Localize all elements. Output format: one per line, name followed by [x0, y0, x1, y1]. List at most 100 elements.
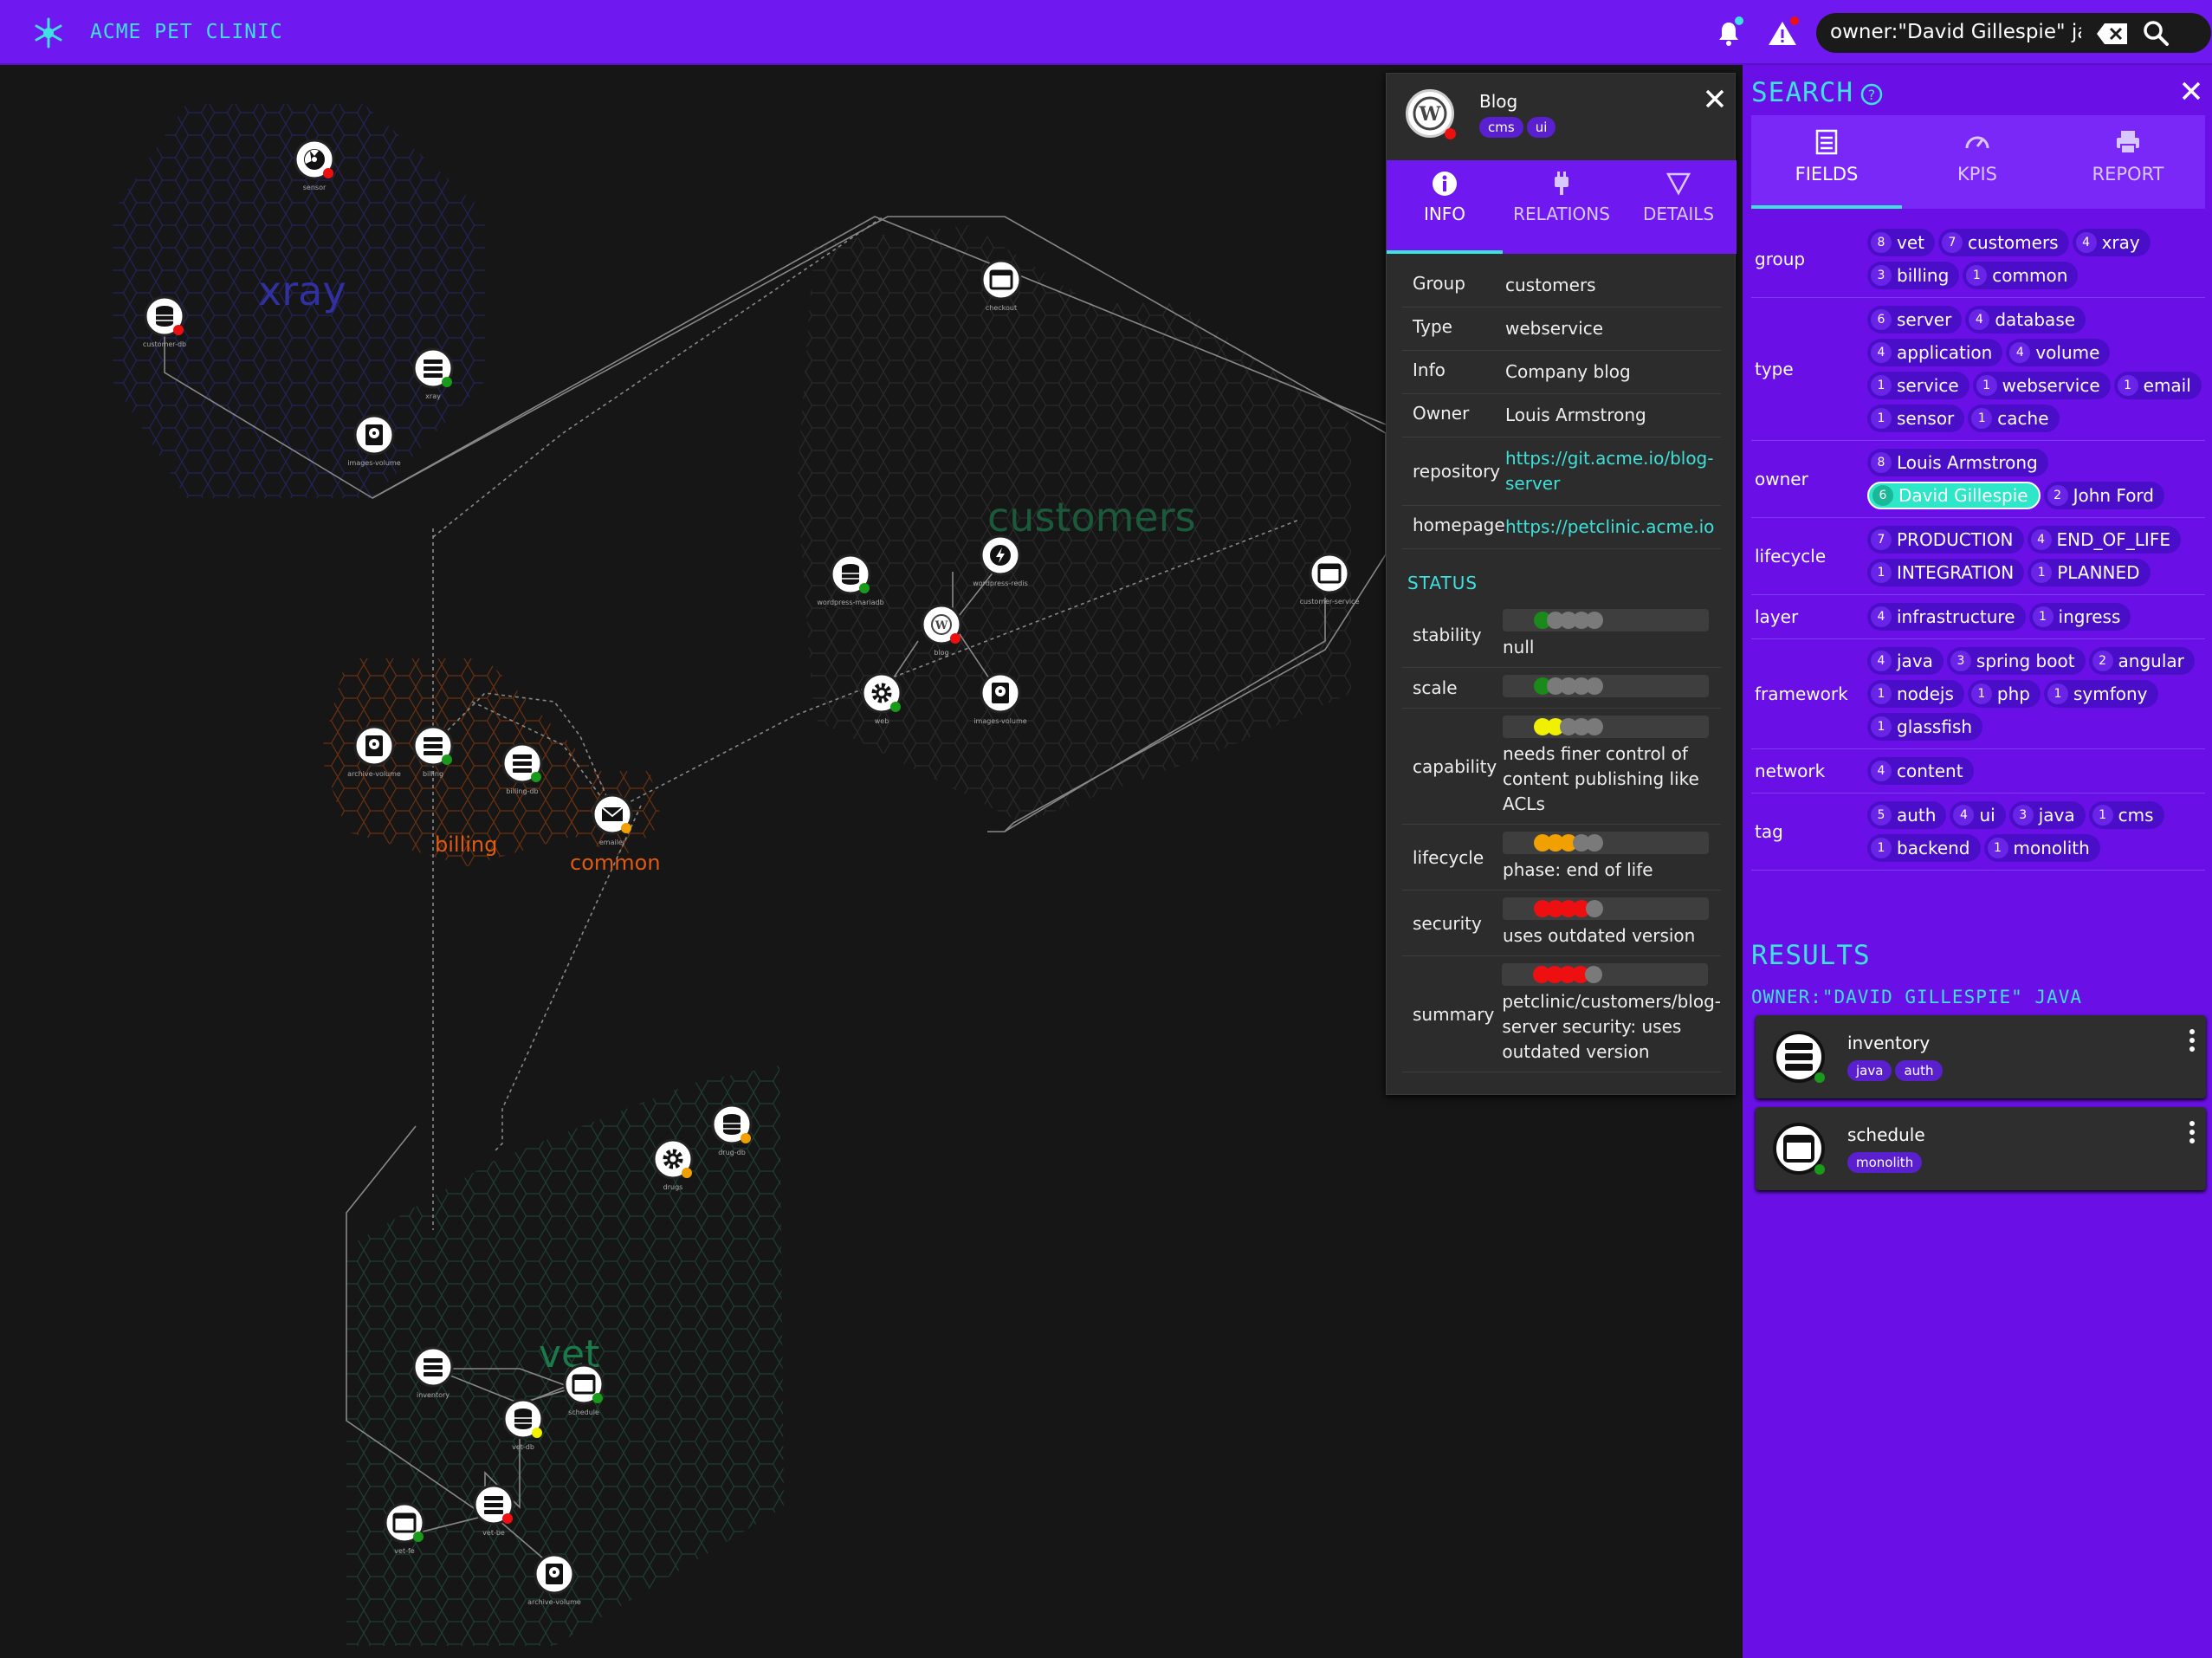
status-dot-orange [741, 1133, 751, 1143]
facet-chip[interactable]: 1 cache [1968, 405, 2060, 432]
clear-icon[interactable] [2096, 22, 2129, 46]
facet-chip[interactable]: 7 PRODUCTION [1867, 526, 2024, 554]
search-icon[interactable] [2141, 18, 2170, 48]
node-label: sensor [303, 184, 327, 191]
facet-chip[interactable]: 1 webservice [1972, 372, 2111, 399]
facet-chip[interactable]: 5 auth [1867, 801, 1947, 829]
facet-chip[interactable]: 4 xray [2072, 229, 2151, 256]
facet-chip[interactable]: 1 email [2113, 372, 2202, 399]
facet-chip[interactable]: 8 Louis Armstrong [1867, 449, 2048, 476]
tab-fields[interactable]: FIELDS [1751, 115, 1902, 209]
logo-icon[interactable] [31, 16, 66, 50]
facet-chip[interactable]: 2 angular [2088, 647, 2195, 675]
svg-text:?: ? [1868, 87, 1876, 103]
node-customer-db[interactable]: customer-db [143, 295, 186, 348]
facet-chip[interactable]: 1 symfony [2043, 680, 2158, 708]
light-dot [1585, 966, 1603, 983]
facet-chip[interactable]: 1 ingress [2028, 603, 2131, 631]
detail-fields: Group customers Type webservice Info Compan… [1402, 264, 1721, 549]
tab-relations[interactable]: RELATIONS [1503, 160, 1620, 254]
node-checkout[interactable]: checkout [980, 259, 1022, 312]
tab-info[interactable]: INFO [1387, 160, 1503, 254]
server-icon [484, 1496, 503, 1514]
facet-chip[interactable]: 2 John Ford [2043, 482, 2164, 509]
facet-count: 6 [1871, 309, 1892, 330]
facet-chip[interactable]: 1 INTEGRATION [1867, 559, 2025, 586]
facet-chip[interactable]: 1 monolith [1983, 834, 2100, 862]
facet-chip[interactable]: 1 glassfish [1867, 713, 1983, 741]
facet-chip[interactable]: 1 service [1867, 372, 1969, 399]
server-icon [1773, 1031, 1825, 1083]
facet-chip[interactable]: 1 PLANNED [2028, 559, 2151, 586]
facet-value: John Ford [2073, 485, 2154, 506]
tag[interactable]: cms [1479, 117, 1523, 138]
facet-chip[interactable]: 4 volume [2006, 339, 2111, 366]
node-drug-db[interactable]: drug-db [711, 1104, 753, 1156]
repository-link[interactable]: https://git.acme.io/blog-server [1505, 446, 1721, 496]
tag[interactable]: monolith [1847, 1152, 1923, 1173]
node-label: archive-volume [347, 770, 401, 778]
close-icon[interactable] [2177, 77, 2205, 105]
facet-chip[interactable]: 4 application [1867, 339, 2003, 366]
warning-icon[interactable] [1765, 16, 1800, 50]
facet-chip[interactable]: 4 END_OF_LIFE [2027, 526, 2181, 554]
facet-chip[interactable]: 4 database [1965, 306, 2086, 334]
tab-kpis[interactable]: KPIS [1902, 115, 2053, 209]
dependency-graph[interactable]: xray customers billing common vet sensor… [0, 65, 1386, 1658]
facet-name: tag [1755, 821, 1783, 842]
facet-value: application [1897, 342, 1993, 363]
homepage-link[interactable]: https://petclinic.acme.io [1505, 515, 1721, 540]
bolt-icon [990, 545, 1011, 566]
facet-chip[interactable]: 3 billing [1867, 262, 1960, 289]
facet-chip[interactable]: 1 common [1963, 262, 2079, 289]
search-bar[interactable]: owner:"David Gillespie" jav [1816, 13, 2211, 53]
facet-chip[interactable]: 6 David Gillespie [1867, 482, 2041, 509]
traffic-lights [1502, 963, 1709, 986]
close-icon[interactable] [1700, 84, 1730, 113]
facet-chip[interactable]: 4 ui [1950, 801, 2006, 829]
facet-chip[interactable]: 6 server [1867, 306, 1963, 334]
node-billing-db[interactable]: billing-db [501, 742, 543, 795]
facet-count: 4 [2009, 342, 2031, 363]
field-row-owner: Owner Louis Armstrong [1402, 394, 1721, 437]
tag[interactable]: java [1847, 1060, 1892, 1081]
result-card-inventory[interactable]: inventory java auth [1756, 1015, 2206, 1098]
facet-chip[interactable]: 1 cms [2088, 801, 2164, 829]
tab-details[interactable]: DETAILS [1620, 160, 1737, 254]
facet-chip[interactable]: 1 nodejs [1867, 680, 1964, 708]
more-icon[interactable] [2183, 1027, 2201, 1053]
status-key: lifecycle [1413, 846, 1484, 868]
facet-chip[interactable]: 4 infrastructure [1867, 603, 2026, 631]
field-row-group: Group customers [1402, 264, 1721, 308]
field-row-info: Info Company blog [1402, 351, 1721, 394]
facet-value: server [1897, 309, 1952, 330]
facet-chip[interactable]: 1 php [1967, 680, 2041, 708]
tag[interactable]: auth [1895, 1060, 1943, 1081]
facet-chip[interactable]: 4 content [1867, 757, 1974, 785]
tag[interactable]: ui [1526, 117, 1556, 138]
facet-chip[interactable]: 1 backend [1867, 834, 1981, 862]
database-icon [842, 564, 859, 585]
search-input[interactable]: owner:"David Gillespie" jav [1830, 21, 2081, 43]
result-card-schedule[interactable]: schedule monolith [1756, 1107, 2206, 1190]
field-key: Group [1413, 273, 1465, 294]
facet-value: cache [1997, 408, 2049, 429]
status-dot-green [413, 1532, 424, 1542]
facet-chip[interactable]: 7 customers [1937, 229, 2069, 256]
help-icon[interactable]: ? [1860, 82, 1884, 107]
node-inventory[interactable]: inventory [412, 1346, 454, 1399]
facet-chip[interactable]: 3 java [2008, 801, 2086, 829]
facet-chip[interactable]: 1 sensor [1867, 405, 1965, 432]
more-icon[interactable] [2183, 1119, 2201, 1145]
facet-chip[interactable]: 8 vet [1867, 229, 1935, 256]
facet-chip[interactable]: 4 java [1867, 647, 1944, 675]
facet-value: common [1992, 265, 2068, 286]
facet-name: lifecycle [1755, 546, 1827, 567]
node-label: checkout [986, 304, 1017, 312]
bell-icon[interactable] [1711, 16, 1746, 50]
facet-count: 3 [1950, 651, 1971, 671]
facet-chip[interactable]: 3 spring boot [1946, 647, 2086, 675]
node-schedule[interactable]: schedule [563, 1363, 605, 1416]
status-row-summary: summary petclinic/customers/blog-server s… [1402, 956, 1721, 1072]
tab-report[interactable]: REPORT [2053, 115, 2203, 209]
